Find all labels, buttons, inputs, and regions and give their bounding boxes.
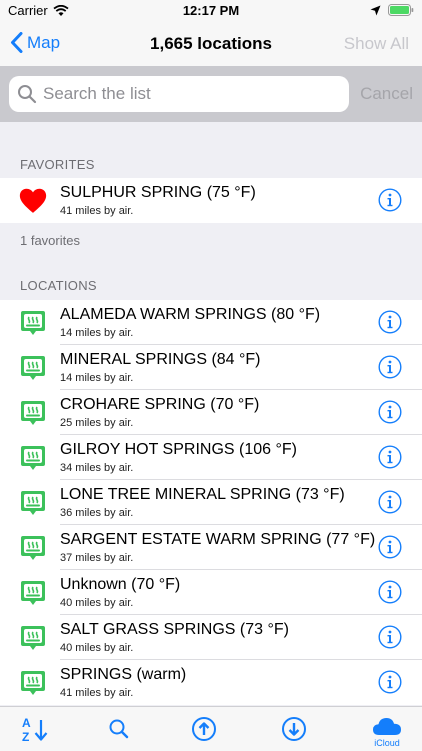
hot-spring-pin-icon (21, 311, 45, 335)
location-title: SARGENT ESTATE WARM SPRING (77 °F) (60, 531, 376, 548)
location-distance: 40 miles by air. (60, 597, 134, 609)
info-icon[interactable] (378, 580, 402, 604)
locations-section-header: LOCATIONS (20, 278, 97, 293)
favorites-section-header: FAVORITES (20, 157, 95, 172)
location-row[interactable]: GILROY HOT SPRINGS (106 °F) 34 miles by … (0, 435, 422, 480)
download-icon[interactable] (279, 715, 309, 743)
search-icon[interactable] (104, 715, 134, 743)
favorite-row[interactable]: SULPHUR SPRING (75 °F) 41 miles by air. (0, 178, 422, 223)
search-placeholder: Search the list (43, 84, 151, 103)
status-time: 12:17 PM (182, 3, 240, 18)
location-row[interactable]: MINERAL SPRINGS (84 °F) 14 miles by air. (0, 345, 422, 390)
location-row[interactable]: SPRINGS (warm) 41 miles by air. (0, 660, 422, 705)
location-row[interactable]: SARGENT ESTATE WARM SPRING (77 °F) 37 mi… (0, 525, 422, 570)
search-input[interactable]: Search the list (9, 76, 349, 112)
tab-bar: A Z iCloud (0, 706, 422, 751)
location-title: CROHARE SPRING (70 °F) (60, 396, 260, 413)
favorite-distance: 41 miles by air. (60, 205, 134, 217)
upload-icon[interactable] (189, 715, 219, 743)
hot-spring-pin-icon (21, 401, 45, 425)
search-field-icon (18, 85, 37, 104)
location-title: MINERAL SPRINGS (84 °F) (60, 351, 261, 368)
icloud-tab-label: iCloud (374, 738, 400, 748)
info-icon[interactable] (378, 310, 402, 334)
location-row[interactable]: LONE TREE MINERAL SPRING (73 °F) 36 mile… (0, 480, 422, 525)
favorite-title: SULPHUR SPRING (75 °F) (60, 184, 256, 201)
svg-text:Z: Z (22, 730, 29, 743)
info-icon[interactable] (378, 445, 402, 469)
location-title: ALAMEDA WARM SPRINGS (80 °F) (60, 306, 321, 323)
location-arrow-icon (370, 5, 381, 15)
hot-spring-pin-icon (21, 356, 45, 380)
navigation-bar: Map 1,665 locations Show All (0, 22, 422, 66)
location-distance: 25 miles by air. (60, 417, 134, 429)
location-distance: 41 miles by air. (60, 687, 134, 699)
location-distance: 37 miles by air. (60, 552, 134, 564)
info-icon[interactable] (378, 490, 402, 514)
location-distance: 34 miles by air. (60, 462, 134, 474)
location-distance: 36 miles by air. (60, 507, 134, 519)
battery-icon (388, 4, 414, 16)
info-icon[interactable] (378, 188, 402, 212)
cancel-button[interactable]: Cancel (360, 84, 413, 104)
info-icon[interactable] (378, 670, 402, 694)
info-icon[interactable] (378, 535, 402, 559)
location-title: SPRINGS (warm) (60, 666, 187, 683)
location-distance: 40 miles by air. (60, 642, 134, 654)
search-bar: Search the list Cancel (0, 66, 422, 122)
status-right (370, 4, 414, 16)
location-title: LONE TREE MINERAL SPRING (73 °F) (60, 486, 345, 503)
icloud-icon[interactable] (372, 712, 402, 740)
location-title: Unknown (70 °F) (60, 576, 181, 593)
hot-spring-pin-icon (21, 581, 45, 605)
info-icon[interactable] (378, 355, 402, 379)
location-row[interactable]: CROHARE SPRING (70 °F) 25 miles by air. (0, 390, 422, 435)
info-icon[interactable] (378, 625, 402, 649)
status-bar: Carrier 12:17 PM (0, 0, 422, 22)
hot-spring-pin-icon (21, 626, 45, 650)
show-all-button[interactable]: Show All (344, 34, 409, 54)
location-row[interactable]: SALT GRASS SPRINGS (73 °F) 40 miles by a… (0, 615, 422, 660)
heart-icon (19, 188, 47, 213)
location-distance: 14 miles by air. (60, 327, 134, 339)
location-title: GILROY HOT SPRINGS (106 °F) (60, 441, 297, 458)
sort-az-icon[interactable]: A Z (21, 715, 51, 743)
favorites-section-footer: 1 favorites (20, 233, 80, 248)
location-row[interactable]: ALAMEDA WARM SPRINGS (80 °F) 14 miles by… (0, 300, 422, 345)
location-distance: 14 miles by air. (60, 372, 134, 384)
info-icon[interactable] (378, 400, 402, 424)
hot-spring-pin-icon (21, 671, 45, 695)
svg-text:A: A (22, 716, 31, 730)
location-title: SALT GRASS SPRINGS (73 °F) (60, 621, 289, 638)
location-row[interactable]: Unknown (70 °F) 40 miles by air. (0, 570, 422, 615)
hot-spring-pin-icon (21, 536, 45, 560)
hot-spring-pin-icon (21, 491, 45, 515)
hot-spring-pin-icon (21, 446, 45, 470)
